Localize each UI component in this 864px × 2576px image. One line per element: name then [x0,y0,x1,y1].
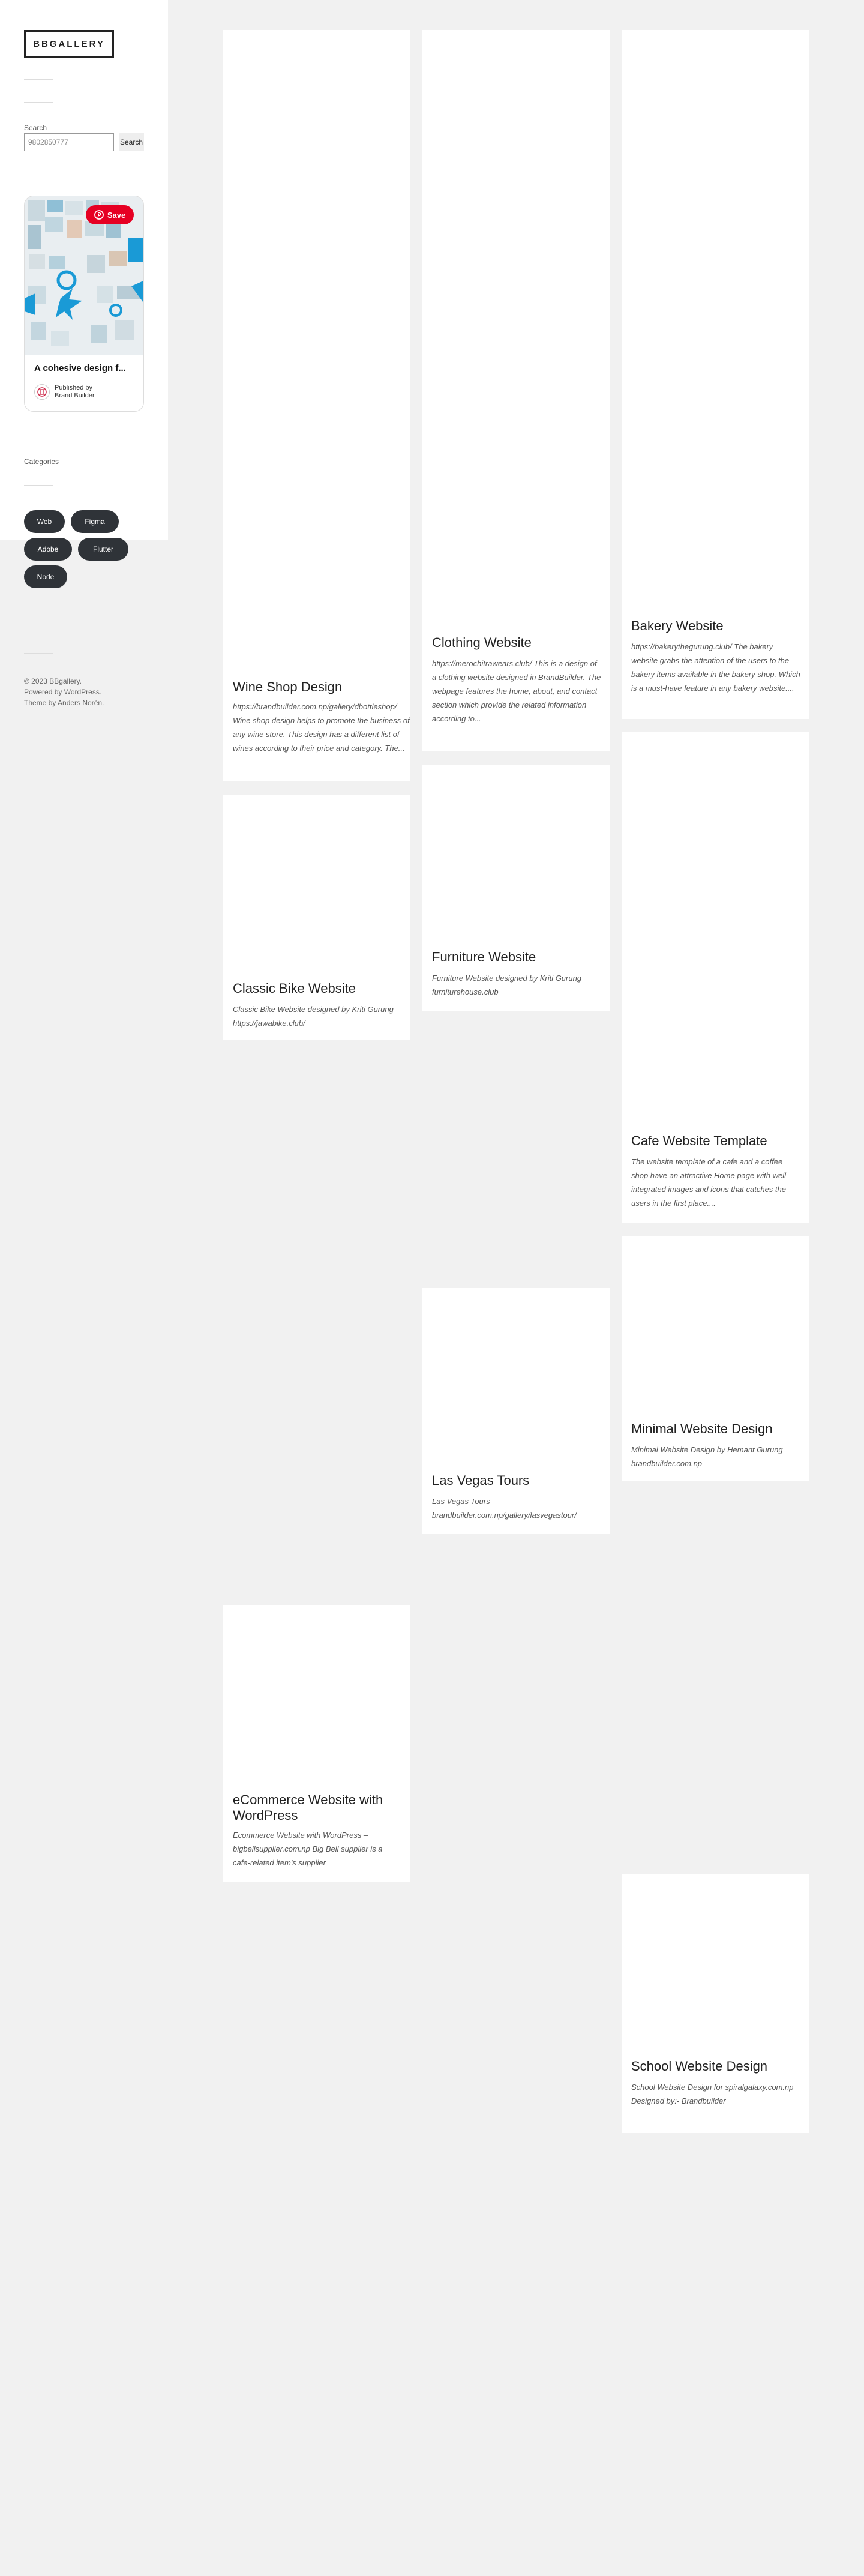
search-input[interactable] [24,133,114,151]
post-excerpt: Classic Bike Website designed by Kriti G… [233,1005,394,1028]
post-title[interactable]: Minimal Website Design [631,1421,803,1437]
footer-theme[interactable]: Theme by Anders Norén. [24,697,104,708]
post-title[interactable]: Bakery Website [631,618,803,634]
post-card[interactable]: Bakery Website https://bakerythegurung.c… [622,30,809,719]
post-title[interactable]: Classic Bike Website [233,981,404,996]
tag-adobe[interactable]: Adobe [24,538,72,561]
post-excerpt: https://brandbuilder.com.np/gallery/dbot… [233,702,410,753]
post-title[interactable]: Clothing Website [432,635,604,651]
search-button[interactable]: Search [119,133,144,151]
post-card[interactable]: Minimal Website Design Minimal Website D… [622,1236,809,1481]
footer-copyright: © 2023 BBgallery. [24,677,82,685]
pin-save-label: Save [107,210,126,220]
post-title[interactable]: Wine Shop Design [233,679,404,695]
pinterest-icon [94,210,104,220]
published-by-label: Published by [55,384,92,391]
post-card[interactable]: Classic Bike Website Classic Bike Websit… [223,795,410,1040]
post-excerpt: https://bakerythegurung.club/ The bakery… [631,642,800,693]
brand-builder-logo-icon [37,387,47,397]
pin-save-button[interactable]: Save [86,205,134,224]
divider [24,102,53,103]
search-label: Search [24,124,47,132]
publisher-name: Brand Builder [55,392,95,399]
divider [24,79,53,80]
post-card[interactable]: School Website Design School Website Des… [622,1874,809,2133]
post-card[interactable]: Wine Shop Design https://brandbuilder.co… [223,30,410,781]
tag-figma[interactable]: Figma [71,510,119,533]
post-excerpt: Las Vegas Tours brandbuilder.com.np/gall… [432,1497,577,1520]
pin-title[interactable]: A cohesive design f... [34,363,136,373]
footer-powered[interactable]: Powered by WordPress. [24,687,104,697]
post-title[interactable]: Las Vegas Tours [432,1473,604,1488]
post-title[interactable]: Cafe Website Template [631,1133,803,1149]
post-excerpt: The website template of a cafe and a cof… [631,1157,789,1208]
tag-flutter[interactable]: Flutter [78,538,128,561]
post-excerpt: School Website Design for spiralgalaxy.c… [631,2083,794,2105]
post-card[interactable]: Clothing Website https://merochitrawears… [422,30,610,751]
post-card[interactable]: Las Vegas Tours Las Vegas Tours brandbui… [422,1288,610,1534]
categories-title: Categories [24,457,59,466]
post-excerpt: Minimal Website Design by Hemant Gurung … [631,1445,783,1468]
tag-web[interactable]: Web [24,510,65,533]
post-excerpt: Furniture Website designed by Kriti Guru… [432,974,582,996]
pinterest-pin-widget[interactable]: Save A cohesive design f... Published by… [24,196,144,412]
sidebar: BBGALLERY Search Search [0,0,168,588]
post-excerpt: https://merochitrawears.club/ This is a … [432,659,601,723]
divider [24,485,53,486]
post-card[interactable]: Furniture Website Furniture Website desi… [422,765,610,1011]
pin-publisher[interactable]: Published by Brand Builder [34,384,95,400]
tag-node[interactable]: Node [24,565,67,588]
post-excerpt: Ecommerce Website with WordPress – bigbe… [233,1831,383,1867]
post-title[interactable]: School Website Design [631,2059,803,2074]
post-title[interactable]: eCommerce Website with WordPress [233,1792,404,1823]
publisher-avatar [34,384,50,400]
post-card[interactable]: Cafe Website Template The website templa… [622,732,809,1223]
post-title[interactable]: Furniture Website [432,949,604,965]
divider [24,653,53,654]
site-logo[interactable]: BBGALLERY [24,30,114,58]
site-footer: © 2023 BBgallery. Powered by WordPress. … [24,676,104,708]
post-card[interactable]: eCommerce Website with WordPress Ecommer… [223,1605,410,1882]
